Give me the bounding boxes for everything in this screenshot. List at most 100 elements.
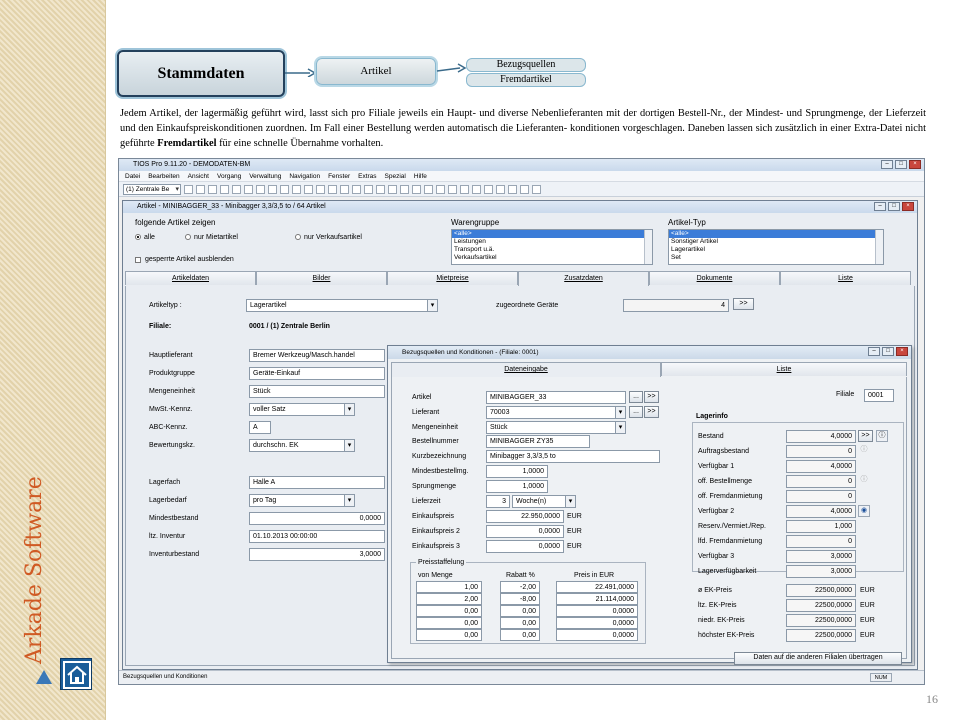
staffel-cell[interactable]: 2,00: [416, 593, 482, 605]
dialog-field-value[interactable]: MINIBAGGER_33: [486, 391, 626, 404]
lieferzeit-unit-select[interactable]: Woche(n): [512, 495, 576, 508]
staffel-cell[interactable]: -8,00: [500, 593, 540, 605]
eye-icon[interactable]: ◉: [858, 505, 870, 517]
menu-item[interactable]: Hilfe: [414, 171, 427, 181]
close-button[interactable]: ×: [896, 347, 908, 356]
list-item[interactable]: Set: [669, 254, 883, 262]
toolbar-icon[interactable]: [292, 184, 301, 194]
field-value[interactable]: durchschn. EK: [249, 439, 355, 452]
triangle-icon[interactable]: [36, 670, 52, 684]
minimize-button[interactable]: –: [868, 347, 880, 356]
tab-artikeldaten[interactable]: Artikeldaten: [125, 271, 256, 285]
menu-item[interactable]: Navigation: [289, 171, 320, 181]
ek-value[interactable]: 0,0000: [486, 540, 564, 553]
menu-item[interactable]: Verwaltung: [249, 171, 281, 181]
toolbar-icon[interactable]: [328, 184, 337, 194]
toolbar-icon[interactable]: [424, 184, 433, 194]
tab-mietpreise[interactable]: Mietpreise: [387, 271, 518, 285]
tab-zusatzdaten[interactable]: Zusatzdaten: [518, 271, 649, 286]
staffel-cell[interactable]: 0,00: [416, 629, 482, 641]
toolbar-icon[interactable]: [436, 184, 445, 194]
dialog-field-value[interactable]: 70003: [486, 406, 626, 419]
toolbar-icon[interactable]: [472, 184, 481, 194]
menu-item[interactable]: Bearbeiten: [148, 171, 179, 181]
dialog-field-value[interactable]: MINIBAGGER ZY35: [486, 435, 590, 448]
field-value[interactable]: voller Satz: [249, 403, 355, 416]
staffel-cell[interactable]: 0,00: [416, 605, 482, 617]
more-button[interactable]: >>: [644, 406, 659, 418]
field-value[interactable]: 0,0000: [249, 512, 385, 525]
staffel-cell[interactable]: 0,00: [500, 617, 540, 629]
toolbar-icon[interactable]: [208, 184, 217, 194]
ek-value[interactable]: 0,0000: [486, 525, 564, 538]
toolbar-icon[interactable]: [376, 184, 385, 194]
list-item[interactable]: <alle>: [669, 230, 883, 238]
lieferzeit-value[interactable]: 3: [486, 495, 510, 508]
staffel-cell[interactable]: 0,0000: [556, 605, 638, 617]
bestand-more-button[interactable]: >>: [858, 430, 873, 442]
tab-liste[interactable]: Liste: [780, 271, 911, 285]
staffel-cell[interactable]: 0,00: [416, 617, 482, 629]
staffel-cell[interactable]: 22.491,0000: [556, 581, 638, 593]
toolbar-icon[interactable]: [388, 184, 397, 194]
dots-button[interactable]: ...: [629, 391, 643, 403]
staffel-cell[interactable]: -2,00: [500, 581, 540, 593]
toolbar-icon[interactable]: [448, 184, 457, 194]
tab-dateneingabe[interactable]: Dateneingabe: [391, 362, 661, 377]
toolbar-icon[interactable]: [496, 184, 505, 194]
transfer-button[interactable]: Daten auf die anderen Filialen übertrage…: [734, 652, 902, 665]
toolbar-icon[interactable]: [520, 184, 529, 194]
field-value[interactable]: Halle A: [249, 476, 385, 489]
list-item[interactable]: Sonstiger Artikel: [669, 238, 883, 246]
ek-value[interactable]: 22.950,0000: [486, 510, 564, 523]
zugeordnete-more-button[interactable]: >>: [733, 298, 754, 310]
toolbar-icon[interactable]: [352, 184, 361, 194]
dots-button[interactable]: ...: [629, 406, 643, 418]
staffel-cell[interactable]: 0,0000: [556, 629, 638, 641]
maximize-button[interactable]: □: [882, 347, 894, 356]
maximize-button[interactable]: □: [895, 160, 907, 169]
toolbar-icon[interactable]: [256, 184, 265, 194]
dialog-field-value[interactable]: 1,0000: [486, 480, 548, 493]
toolbar-icon[interactable]: [484, 184, 493, 194]
radio-miet[interactable]: nur Mietartikel: [185, 234, 238, 241]
toolbar-icon[interactable]: [244, 184, 253, 194]
staffel-cell[interactable]: 0,00: [500, 605, 540, 617]
toolbar-icon[interactable]: [412, 184, 421, 194]
more-button[interactable]: >>: [644, 391, 659, 403]
toolbar-icon[interactable]: [460, 184, 469, 194]
minimize-button[interactable]: –: [874, 202, 886, 211]
tab-liste[interactable]: Liste: [661, 362, 907, 376]
list-item[interactable]: Transport u.ä.: [452, 246, 652, 254]
dialog-field-value[interactable]: Minibagger 3,3/3,5 to: [486, 450, 660, 463]
hide-locked-checkbox[interactable]: [135, 257, 141, 263]
warengruppe-list[interactable]: <alle> Leistungen Transport u.ä. Verkaufsar…: [451, 229, 653, 265]
toolbar-icon[interactable]: [532, 184, 541, 194]
staffel-cell[interactable]: 1,00: [416, 581, 482, 593]
field-value[interactable]: 3,0000: [249, 548, 385, 561]
info-icon[interactable]: ⓘ: [876, 430, 888, 442]
menu-item[interactable]: Datei: [125, 171, 140, 181]
maximize-button[interactable]: □: [888, 202, 900, 211]
field-value[interactable]: Bremer Werkzeug/Masch.handel: [249, 349, 385, 362]
toolbar-icon[interactable]: [304, 184, 313, 194]
toolbar-icon[interactable]: [232, 184, 241, 194]
tab-bilder[interactable]: Bilder: [256, 271, 387, 285]
staffel-cell[interactable]: 21.114,0000: [556, 593, 638, 605]
toolbar-icon[interactable]: [196, 184, 205, 194]
dialog-field-value[interactable]: Stück: [486, 421, 626, 434]
close-button[interactable]: ×: [902, 202, 914, 211]
menu-item[interactable]: Extras: [358, 171, 376, 181]
list-item[interactable]: Leistungen: [452, 238, 652, 246]
toolbar-icon[interactable]: [220, 184, 229, 194]
tab-dokumente[interactable]: Dokumente: [649, 271, 780, 285]
field-value[interactable]: Stück: [249, 385, 385, 398]
field-value[interactable]: 01.10.2013 00:00:00: [249, 530, 385, 543]
menu-item[interactable]: Vorgang: [217, 171, 241, 181]
toolbar-icon[interactable]: [316, 184, 325, 194]
menu-item[interactable]: Fenster: [328, 171, 350, 181]
field-value[interactable]: A: [249, 421, 271, 434]
toolbar-icon[interactable]: [340, 184, 349, 194]
branch-select[interactable]: (1) Zentrale Be: [123, 183, 181, 195]
list-item[interactable]: Verkaufsartikel: [452, 254, 652, 262]
